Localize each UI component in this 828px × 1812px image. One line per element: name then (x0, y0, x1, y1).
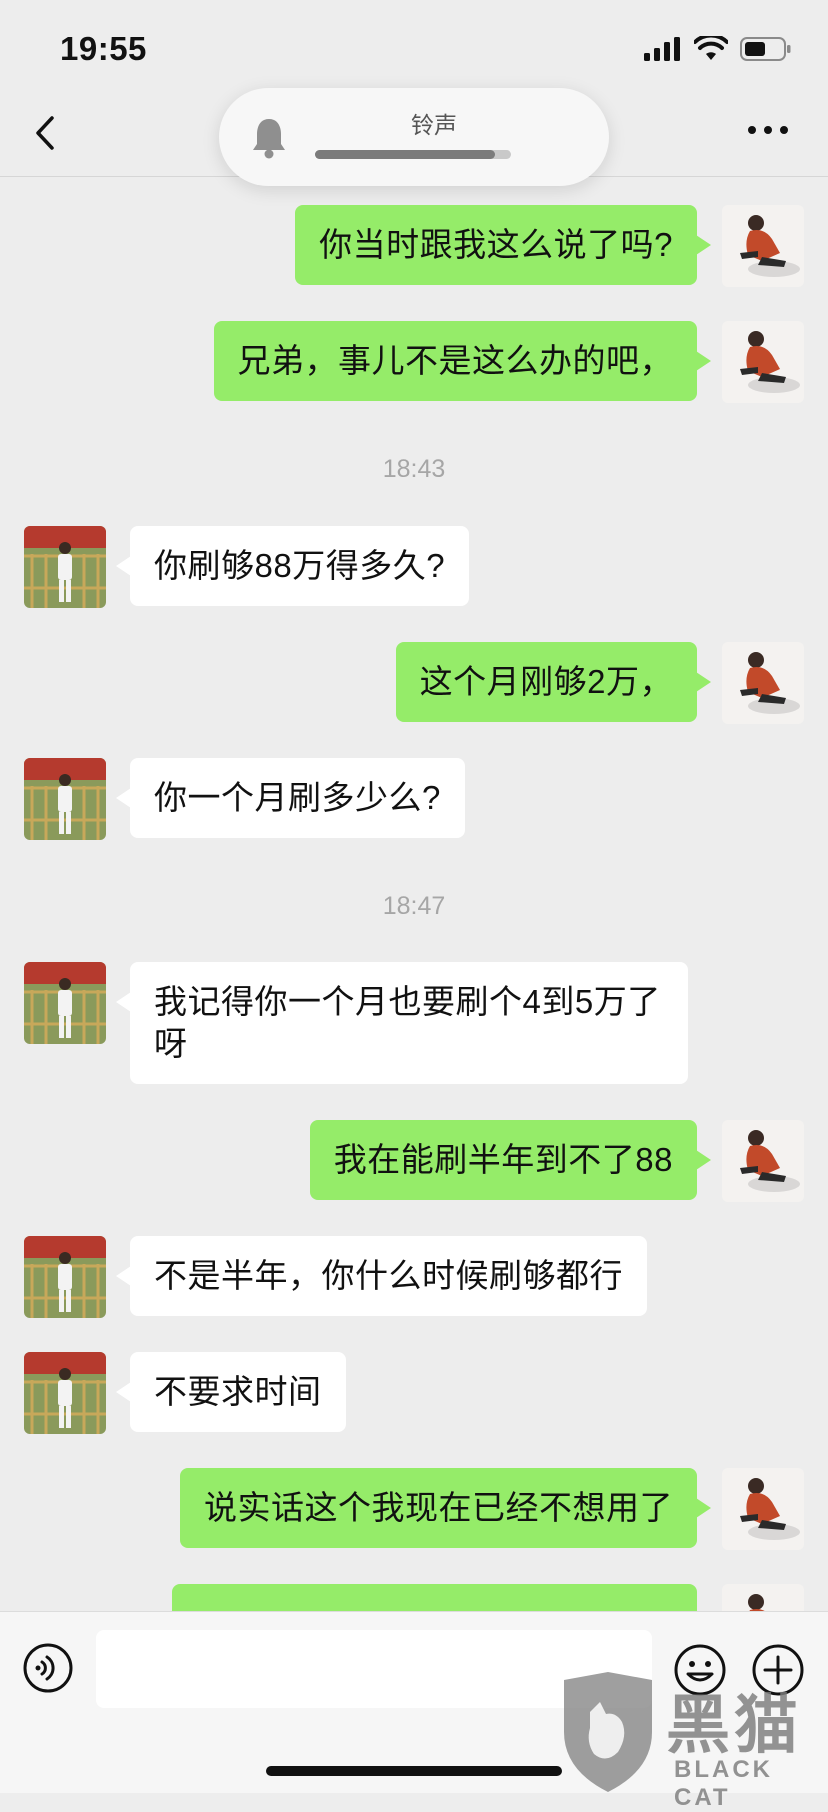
message-bubble-sent-partial[interactable] (172, 1584, 697, 1611)
contact-avatar[interactable] (24, 1352, 106, 1434)
status-bar: 19:55 (0, 0, 828, 90)
ringtone-progress-fill (315, 150, 496, 159)
status-icons (644, 36, 792, 62)
my-avatar[interactable] (722, 205, 804, 287)
message-bubble-sent[interactable]: 兄弟，事儿不是这么办的吧， (213, 321, 711, 401)
my-avatar-image (722, 642, 804, 724)
timestamp: 18:43 (382, 455, 446, 483)
message-bubble-sent[interactable]: 我在能刷半年到不了88 (309, 1120, 712, 1200)
message-bubble-received[interactable]: 我记得你一个月也要刷个4到5万了呀 (116, 962, 688, 1084)
signal-icon (644, 37, 680, 61)
contact-avatar-image (24, 1352, 106, 1434)
message-bubble-sent[interactable]: 这个月刚够2万， (395, 642, 712, 722)
contact-avatar-image (24, 758, 106, 840)
contact-avatar[interactable] (24, 758, 106, 840)
my-avatar-image (722, 321, 804, 403)
cat-shield-logo (564, 1672, 652, 1792)
ringtone-control[interactable]: 铃声 (219, 88, 609, 186)
voice-input-icon[interactable] (22, 1642, 74, 1694)
message-bubble-received[interactable]: 不是半年，你什么时候刷够都行 (116, 1236, 647, 1316)
watermark-cn-text: 黑猫 (666, 1689, 802, 1763)
home-indicator[interactable] (266, 1766, 562, 1776)
contact-avatar-image (24, 1236, 106, 1318)
my-avatar-image (722, 1120, 804, 1202)
black-cat-watermark: 黑猫 BLACK CAT (556, 1672, 828, 1811)
my-avatar[interactable] (722, 1120, 804, 1202)
my-avatar-image (722, 1584, 804, 1611)
status-time: 19:55 (60, 30, 147, 67)
ringtone-label: 铃声 (411, 112, 457, 138)
more-options-icon[interactable] (744, 118, 792, 142)
back-chevron-icon[interactable] (28, 110, 68, 156)
my-avatar[interactable] (722, 1468, 804, 1550)
my-avatar-image (722, 205, 804, 287)
contact-avatar[interactable] (24, 526, 106, 608)
message-bubble-received[interactable]: 你刷够88万得多久? (115, 526, 470, 606)
chat-messages[interactable]: 你当时跟我这么说了吗? 兄弟，事儿不是这么办的吧， 18:43 你刷够88万得多… (0, 177, 828, 1611)
contact-avatar[interactable] (24, 962, 106, 1044)
battery-icon (740, 37, 791, 61)
my-avatar[interactable] (722, 1584, 804, 1611)
timestamp: 18:47 (382, 892, 446, 920)
watermark-en-text: BLACK CAT (674, 1756, 773, 1811)
message-bubble-received[interactable]: 你一个月刷多少么? (116, 758, 465, 838)
contact-avatar-image (24, 526, 106, 608)
my-avatar[interactable] (722, 321, 804, 403)
message-bubble-sent[interactable]: 你当时跟我这么说了吗? (295, 205, 711, 285)
message-bubble-sent[interactable]: 说实话这个我现在已经不想用了 (180, 1468, 711, 1548)
ringtone-progress-bar[interactable] (315, 150, 511, 159)
contact-avatar-image (24, 962, 106, 1044)
contact-avatar[interactable] (24, 1236, 106, 1318)
my-avatar-image (722, 1468, 804, 1550)
wifi-icon (694, 36, 728, 60)
message-bubble-received[interactable]: 不要求时间 (116, 1352, 346, 1432)
my-avatar[interactable] (722, 642, 804, 724)
